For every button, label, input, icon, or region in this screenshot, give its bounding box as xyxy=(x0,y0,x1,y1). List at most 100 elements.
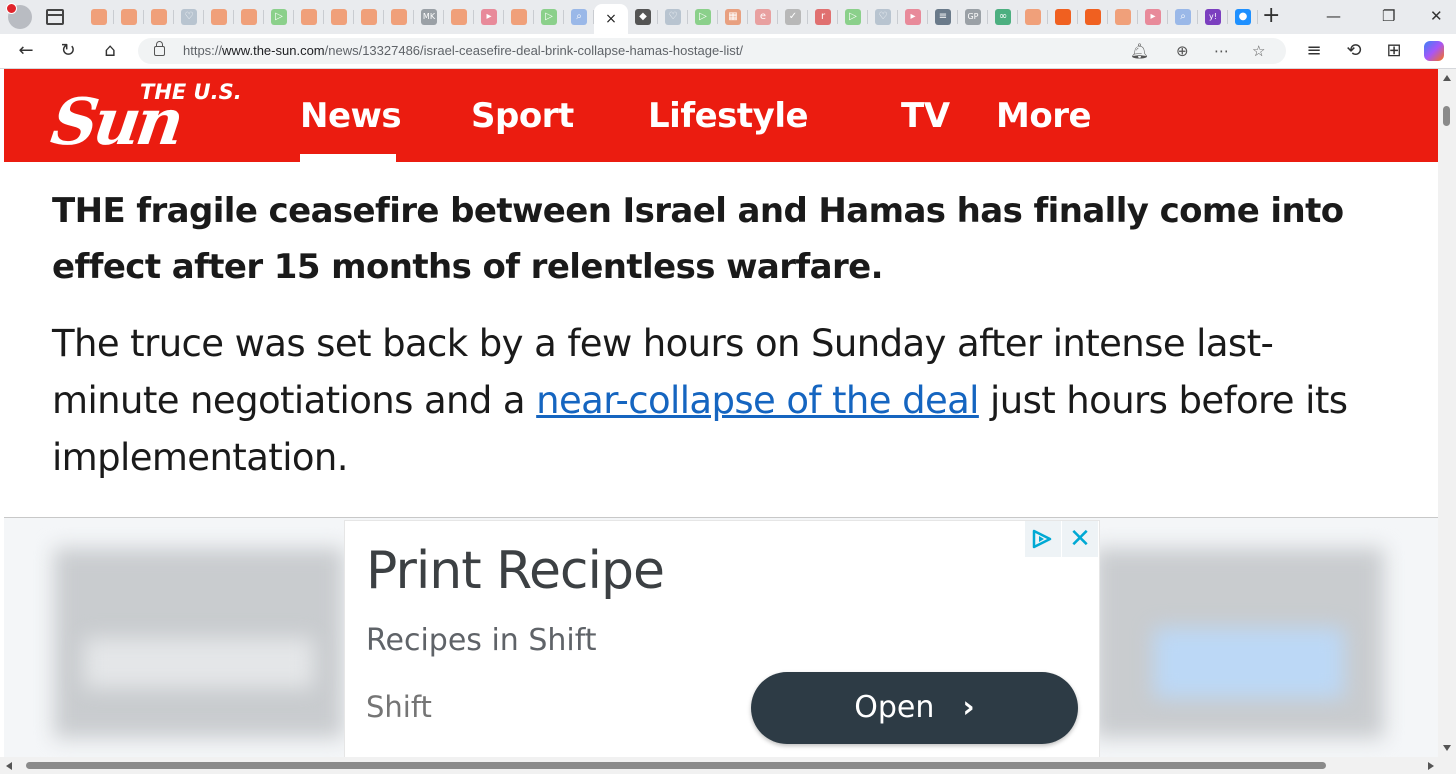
ad-subtitle: Recipes in Shift xyxy=(366,623,597,658)
nav-item-lifestyle[interactable]: Lifestyle xyxy=(648,96,809,136)
nav-item-news[interactable]: News xyxy=(300,96,402,136)
ad-open-button[interactable]: Open › xyxy=(751,672,1078,744)
browser-tab[interactable] xyxy=(1108,4,1138,30)
browser-tab[interactable] xyxy=(294,4,324,30)
more-options-icon[interactable]: ⋯ xyxy=(1214,42,1229,60)
nav-item-tv[interactable]: TV xyxy=(901,96,950,136)
article-paragraph: The truce was set back by a few hours on… xyxy=(52,315,1382,486)
adchoices-icon[interactable] xyxy=(1025,521,1061,557)
scroll-left-icon[interactable] xyxy=(6,762,12,770)
browser-tab[interactable]: ⌕ xyxy=(1168,4,1198,30)
tab-strip: ♡ ▷ MK ▸ ▷ ⌕ × ◆ ♡ ▷ ▦ e ✓ r ▷ ♡ ▸ ≡ GP ∞ ▸ ⌕ y! ● + — ❐ ✕ xyxy=(0,0,1456,34)
ad-banner[interactable]: Print Recipe Recipes in Shift Shift Open… xyxy=(344,520,1100,757)
browser-tab[interactable]: ∞ xyxy=(988,4,1018,30)
profile-avatar[interactable] xyxy=(6,3,32,29)
scroll-right-icon[interactable] xyxy=(1428,762,1434,770)
browser-tab[interactable]: ▦ xyxy=(718,4,748,30)
browser-tab[interactable]: MK xyxy=(414,4,444,30)
browser-tab[interactable] xyxy=(144,4,174,30)
browser-tab[interactable] xyxy=(114,4,144,30)
browser-tab[interactable]: ♡ xyxy=(174,4,204,30)
browser-tab[interactable]: ✓ xyxy=(778,4,808,30)
url-field[interactable]: https://www.the-sun.com/news/13327486/is… xyxy=(138,38,1286,64)
close-tab-icon[interactable]: × xyxy=(605,11,617,27)
browser-tab[interactable]: e xyxy=(748,4,778,30)
browser-tab[interactable] xyxy=(354,4,384,30)
owl-icon: ∞ xyxy=(995,9,1011,25)
browser-tab[interactable] xyxy=(234,4,264,30)
lock-icon[interactable] xyxy=(154,41,165,56)
url-domain: www.the-sun.com xyxy=(222,43,325,58)
scroll-up-icon[interactable] xyxy=(1443,75,1451,81)
browser-tab[interactable]: ▸ xyxy=(1138,4,1168,30)
browser-tab[interactable]: ● xyxy=(1228,4,1258,30)
back-icon[interactable]: ← xyxy=(14,40,38,62)
tab-actions-menu-icon[interactable] xyxy=(46,9,64,25)
browser-tab[interactable]: ≡ xyxy=(928,4,958,30)
bookmark-icon xyxy=(361,9,377,25)
bookmark-icon xyxy=(331,9,347,25)
browser-tab[interactable]: ▷ xyxy=(838,4,868,30)
favorite-star-icon[interactable]: ☆ xyxy=(1252,42,1265,60)
browser-tab[interactable]: ◆ xyxy=(628,4,658,30)
browser-tab[interactable] xyxy=(1018,4,1048,30)
near-collapse-link[interactable]: near-collapse of the deal xyxy=(536,379,979,422)
url-text[interactable]: https://www.the-sun.com/news/13327486/is… xyxy=(183,43,743,58)
heart-rate-icon: ♡ xyxy=(665,9,681,25)
refresh-icon[interactable]: ↻ xyxy=(56,40,80,62)
browser-tab[interactable]: ▸ xyxy=(474,4,504,30)
url-prefix: https:// xyxy=(183,43,223,58)
browser-tab[interactable]: r xyxy=(808,4,838,30)
browser-tab[interactable]: GP xyxy=(958,4,988,30)
site-logo[interactable]: THE U.S. Sun xyxy=(47,81,262,160)
gp-icon: GP xyxy=(965,9,981,25)
vertical-scrollbar[interactable] xyxy=(1438,69,1456,757)
browser-tab[interactable]: ▷ xyxy=(534,4,564,30)
nav-item-more[interactable]: More xyxy=(996,96,1092,136)
browser-tab[interactable] xyxy=(84,4,114,30)
logo-wordmark: Sun xyxy=(46,85,185,160)
scroll-down-icon[interactable] xyxy=(1443,745,1451,751)
bookmark-icon xyxy=(391,9,407,25)
browser-tab[interactable] xyxy=(444,4,474,30)
favorites-list-icon[interactable]: ≡ xyxy=(1302,40,1326,62)
browser-tab[interactable]: ▷ xyxy=(688,4,718,30)
browser-tab[interactable]: y! xyxy=(1198,4,1228,30)
browser-tab[interactable]: ♡ xyxy=(658,4,688,30)
close-window-icon[interactable]: ✕ xyxy=(1430,6,1443,26)
ad-close-icon[interactable]: ✕ xyxy=(1062,521,1098,557)
browser-tab[interactable]: ♡ xyxy=(868,4,898,30)
web-page: THE U.S. Sun News Sport Lifestyle TV Mor… xyxy=(4,69,1438,757)
browser-tab[interactable] xyxy=(204,4,234,30)
mk-icon: MK xyxy=(421,9,437,25)
horizontal-scroll-thumb[interactable] xyxy=(26,762,1326,769)
browser-tab[interactable] xyxy=(1078,4,1108,30)
site-header: THE U.S. Sun News Sport Lifestyle TV Mor… xyxy=(4,69,1438,162)
youtube-icon: ▸ xyxy=(1145,9,1161,25)
browser-tab[interactable] xyxy=(324,4,354,30)
e-icon: e xyxy=(755,9,771,25)
extensions-icon[interactable]: ⊞ xyxy=(1382,40,1406,62)
heart-rate-icon: ♡ xyxy=(181,9,197,25)
bookmark-icon xyxy=(91,9,107,25)
yahoo-icon: y! xyxy=(1205,9,1221,25)
browser-tab[interactable] xyxy=(384,4,414,30)
minimize-icon[interactable]: — xyxy=(1326,6,1341,26)
browser-tab[interactable] xyxy=(504,4,534,30)
active-tab[interactable]: × xyxy=(594,4,628,34)
history-icon[interactable]: ⟲ xyxy=(1342,40,1366,62)
new-tab-button[interactable]: + xyxy=(1262,4,1280,28)
browser-tab[interactable]: ▸ xyxy=(898,4,928,30)
bell-icon[interactable]: 🔔︎ xyxy=(1130,42,1149,60)
copilot-icon[interactable] xyxy=(1424,41,1444,61)
home-icon[interactable]: ⌂ xyxy=(98,40,122,62)
browser-tab[interactable]: ▷ xyxy=(264,4,294,30)
ad-title[interactable]: Print Recipe xyxy=(366,539,665,603)
zoom-icon[interactable]: ⊕ xyxy=(1176,42,1189,60)
nav-item-sport[interactable]: Sport xyxy=(471,96,574,136)
browser-tab[interactable]: ⌕ xyxy=(564,4,594,30)
browser-tab[interactable] xyxy=(1048,4,1078,30)
restore-icon[interactable]: ❐ xyxy=(1382,6,1395,26)
vertical-scroll-thumb[interactable] xyxy=(1443,106,1450,126)
horizontal-scrollbar[interactable] xyxy=(0,757,1456,774)
